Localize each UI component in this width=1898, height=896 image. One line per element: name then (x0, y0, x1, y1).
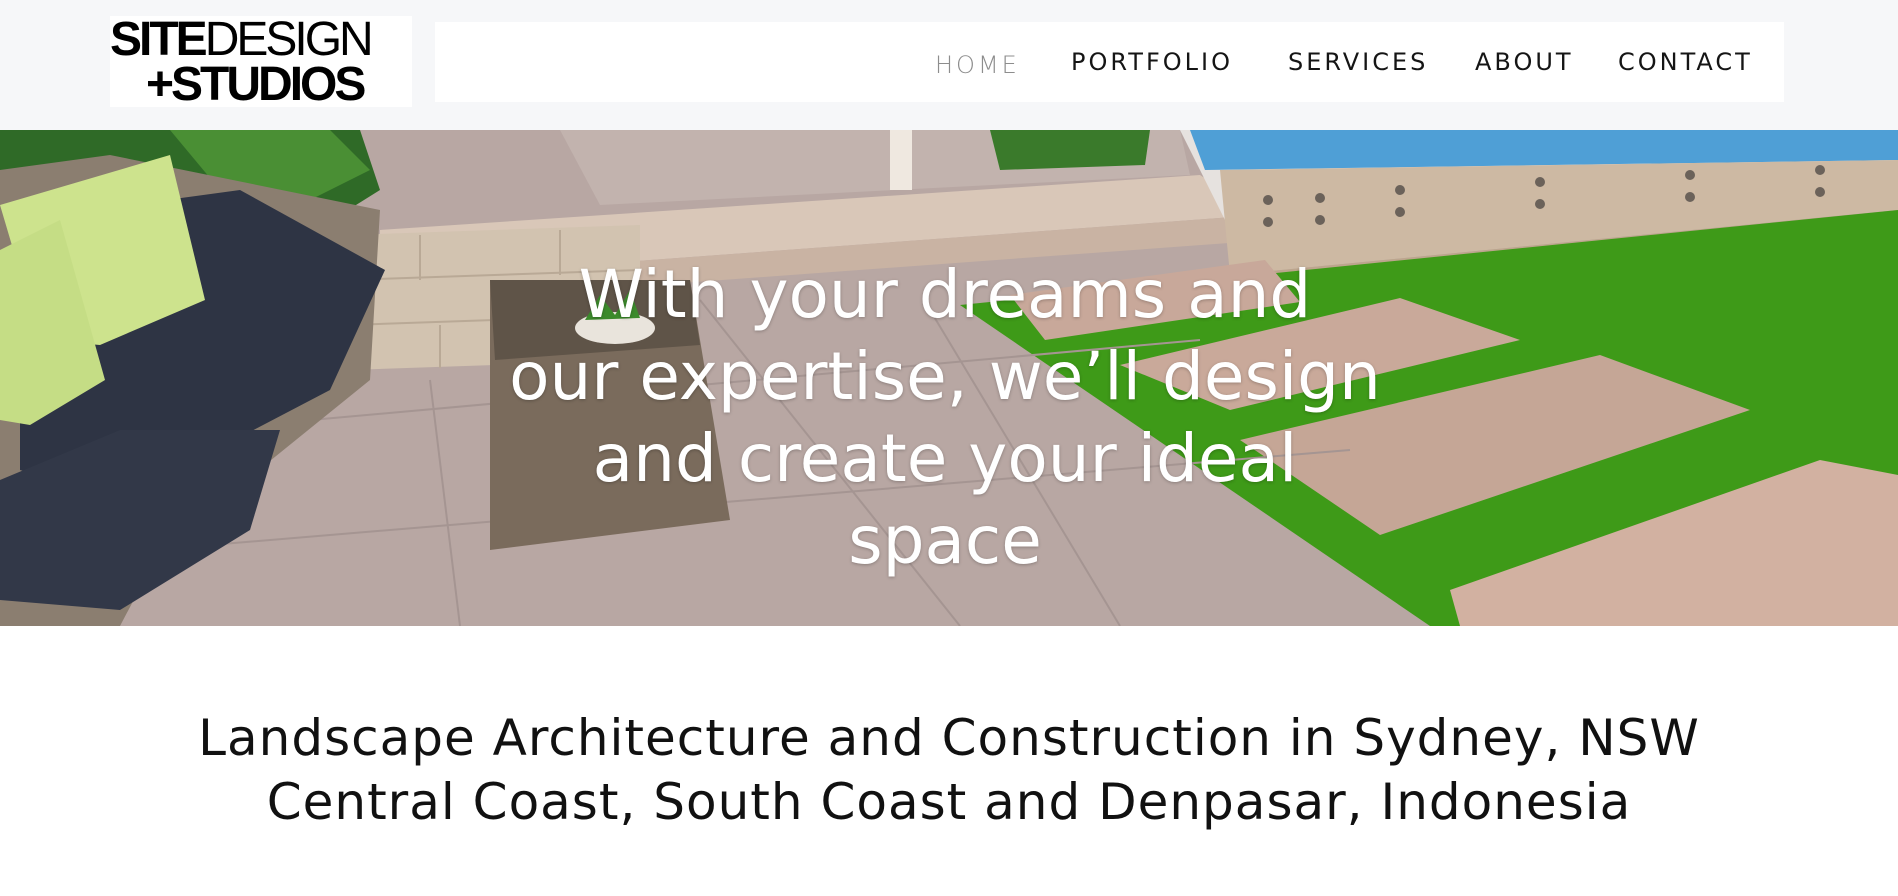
hero-heading-line-1: With your dreams and (578, 256, 1312, 334)
hero-heading-line-2: our expertise, we’ll design (509, 338, 1381, 416)
hero-banner: With your dreams and our expertise, we’l… (0, 130, 1898, 626)
hero-heading: With your dreams and our expertise, we’l… (440, 254, 1450, 582)
nav-home[interactable]: HOME (935, 25, 1020, 105)
hero-heading-line-4: space (848, 502, 1042, 580)
intro-heading: Landscape Architecture and Construction … (0, 706, 1898, 834)
site-logo[interactable]: SITEDESIGN +STUDIOS (110, 16, 412, 111)
intro-line-2: Central Coast, South Coast and Denpasar,… (266, 772, 1632, 831)
main-nav: HOME PORTFOLIO SERVICES ABOUT CONTACT (435, 22, 1784, 102)
nav-about[interactable]: ABOUT (1475, 22, 1574, 102)
site-header: SITEDESIGN +STUDIOS HOME PORTFOLIO SERVI… (0, 0, 1898, 130)
nav-contact[interactable]: CONTACT (1618, 22, 1753, 102)
intro-line-1: Landscape Architecture and Construction … (198, 708, 1700, 767)
nav-portfolio[interactable]: PORTFOLIO (1071, 22, 1233, 102)
hero-heading-line-3: and create your ideal (592, 420, 1298, 498)
nav-services[interactable]: SERVICES (1288, 22, 1428, 102)
logo-line-2: +STUDIOS (146, 58, 366, 111)
logo-line-1: SITEDESIGN (110, 16, 412, 64)
